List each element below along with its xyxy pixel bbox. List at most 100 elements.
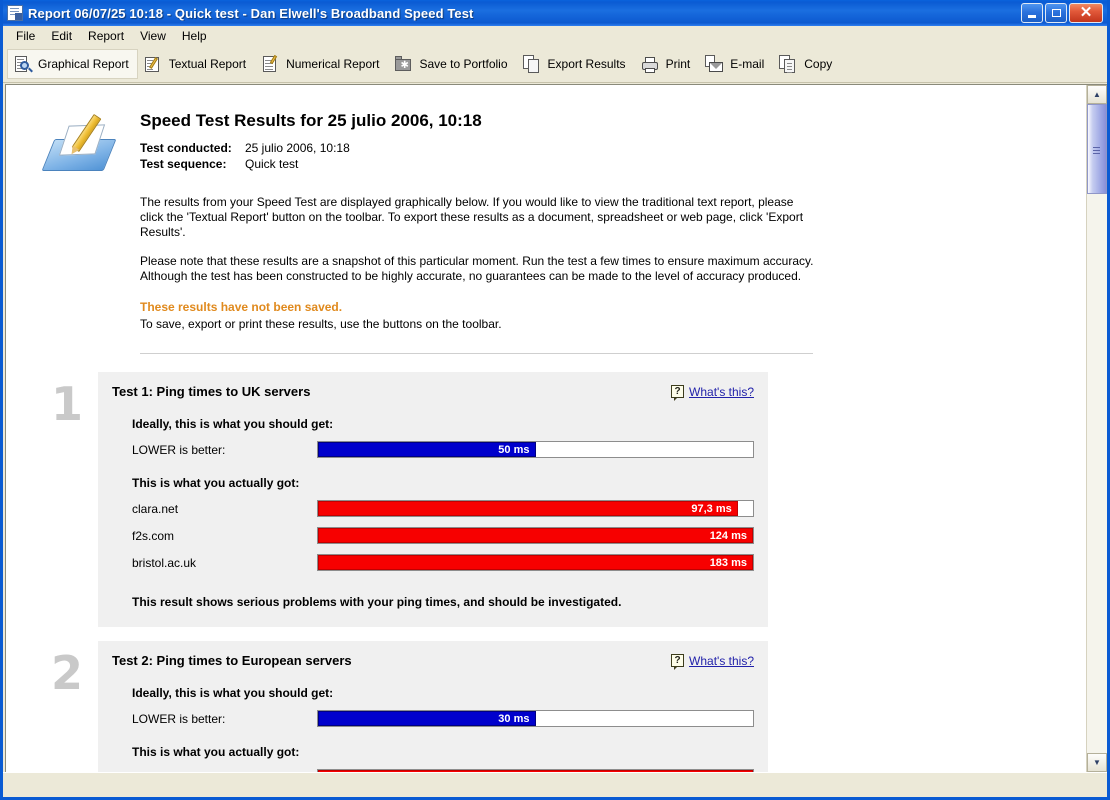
test-1-result-track-1: 97,3 ms	[317, 500, 754, 517]
test-1-result-fill-3: 183 ms	[318, 555, 753, 570]
meta-key-conducted: Test conducted:	[140, 141, 232, 155]
test-2-ideal-track: 30 ms	[317, 710, 754, 727]
test-panel-2-header: Test 2: Ping times to European servers ?…	[112, 653, 754, 670]
test-1-result-name-1: clara.net	[132, 501, 179, 516]
question-mark-icon: ?	[671, 385, 685, 401]
graphical-report-icon	[13, 55, 33, 74]
test-2-help[interactable]: ? What's this?	[671, 654, 754, 670]
test-panel-2: Test 2: Ping times to European servers ?…	[98, 641, 768, 772]
test-2-ideal-value: 30 ms	[498, 712, 530, 725]
test-1-result-name-3: bristol.ac.uk	[132, 555, 197, 570]
test-1-ideal-row: LOWER is better: 50 ms	[132, 441, 754, 458]
toolbar-save-to-portfolio[interactable]: ✱ Save to Portfolio	[388, 49, 516, 79]
unsaved-warning-sub: To save, export or print these results, …	[140, 317, 502, 331]
test-1-result-value-3: 183 ms	[709, 556, 747, 569]
report-meta: Test conducted: 25 julio 2006, 10:18 Tes…	[140, 141, 1056, 171]
test-2-actual-label: This is what you actually got:	[132, 745, 300, 759]
test-1-verdict: This result shows serious problems with …	[132, 595, 622, 609]
report-header: Speed Test Results for 25 julio 2006, 10…	[36, 103, 1056, 181]
menu-item-edit[interactable]: Edit	[43, 27, 80, 45]
test-1-result-track-3: 183 ms	[317, 554, 754, 571]
test-1-result-value-1: 97,3 ms	[691, 502, 732, 515]
test-1-result-value-2: 124 ms	[709, 529, 747, 542]
question-mark-icon: ?	[671, 654, 685, 670]
meta-row-conducted: Test conducted: 25 julio 2006, 10:18	[140, 141, 1056, 155]
toolbar-email-label: E-mail	[730, 57, 765, 71]
test-1-title: Test 1: Ping times to UK servers	[112, 384, 311, 399]
test-2-result-value-1: 83,5 ms	[707, 772, 752, 773]
menu-bar: File Edit Report View Help	[3, 26, 1107, 46]
toolbar: Graphical Report Textual Report Numerica…	[3, 46, 1107, 83]
test-1-ideal-track: 50 ms	[317, 441, 754, 458]
test-panel-1-header: Test 1: Ping times to UK servers ? What'…	[112, 384, 754, 401]
report-notepad-icon	[41, 109, 122, 181]
test-2-title: Test 2: Ping times to European servers	[112, 653, 352, 668]
vertical-scrollbar[interactable]: ▲ ▼	[1086, 85, 1107, 772]
intro-paragraph: The results from your Speed Test are dis…	[140, 195, 804, 239]
save-to-portfolio-icon: ✱	[394, 55, 413, 74]
menu-item-view[interactable]: View	[132, 27, 174, 45]
window-title: Report 06/07/25 10:18 - Quick test - Dan…	[28, 5, 474, 21]
test-1-result-name-2: f2s.com	[132, 528, 175, 543]
test-1-help-link[interactable]: What's this?	[689, 385, 754, 399]
unsaved-warning: These results have not been saved.	[140, 300, 343, 314]
toolbar-graphical-report[interactable]: Graphical Report	[7, 49, 138, 79]
document-frame: Speed Test Results for 25 julio 2006, 10…	[5, 84, 1107, 772]
numerical-report-icon	[261, 54, 280, 74]
test-2-ideal-name: LOWER is better:	[132, 711, 226, 726]
test-1-actual-label: This is what you actually got:	[132, 476, 300, 490]
test-1-ideal-value: 50 ms	[498, 443, 530, 456]
close-icon: ✕	[1079, 3, 1093, 21]
menu-item-help[interactable]: Help	[174, 27, 215, 45]
meta-row-sequence: Test sequence: Quick test	[140, 157, 1056, 171]
toolbar-numerical-report[interactable]: Numerical Report	[255, 49, 388, 79]
export-results-icon	[522, 54, 542, 74]
report-document: Speed Test Results for 25 julio 2006, 10…	[6, 85, 1086, 772]
print-icon	[641, 55, 660, 74]
test-1-result-fill-1: 97,3 ms	[318, 501, 738, 516]
toolbar-print[interactable]: Print	[635, 49, 700, 79]
toolbar-textual-report-label: Textual Report	[168, 57, 247, 71]
scroll-up-button[interactable]: ▲	[1087, 85, 1107, 104]
test-panel-1: Test 1: Ping times to UK servers ? What'…	[98, 372, 768, 627]
toolbar-print-label: Print	[665, 57, 691, 71]
textual-report-icon	[144, 55, 163, 74]
test-1-help[interactable]: ? What's this?	[671, 385, 754, 401]
toolbar-graphical-report-label: Graphical Report	[38, 57, 129, 71]
toolbar-export-results[interactable]: Export Results	[517, 49, 635, 79]
toolbar-email[interactable]: E-mail	[699, 49, 773, 79]
status-bar	[3, 772, 1107, 797]
window-controls: ✕	[1021, 3, 1105, 23]
test-2-ideal-row: LOWER is better: 30 ms	[132, 710, 754, 727]
test-1-ideal-label: Ideally, this is what you should get:	[132, 417, 334, 431]
menu-item-report[interactable]: Report	[80, 27, 132, 45]
test-1-result-row-1: clara.net 97,3 ms	[132, 500, 754, 517]
toolbar-copy[interactable]: Copy	[773, 49, 841, 79]
test-2-ideal-label: Ideally, this is what you should get:	[132, 686, 334, 700]
minimize-icon	[1028, 14, 1036, 18]
step-number-1: 1	[50, 377, 83, 431]
close-button[interactable]: ✕	[1069, 3, 1103, 23]
meta-key-sequence: Test sequence:	[140, 157, 227, 171]
scrollbar-track[interactable]	[1087, 104, 1107, 753]
minimize-button[interactable]	[1021, 3, 1043, 23]
toolbar-export-results-label: Export Results	[547, 57, 626, 71]
restore-icon	[1051, 9, 1061, 17]
scroll-down-button[interactable]: ▼	[1087, 753, 1107, 772]
page-title: Speed Test Results for 25 julio 2006, 10…	[140, 111, 482, 130]
test-2-ideal-fill: 30 ms	[318, 711, 536, 726]
application-window: Report 06/07/25 10:18 - Quick test - Dan…	[0, 0, 1110, 800]
test-block-2: 2 Test 2: Ping times to European servers…	[36, 641, 1056, 772]
restore-button[interactable]	[1045, 3, 1067, 23]
toolbar-textual-report[interactable]: Textual Report	[138, 49, 255, 79]
toolbar-save-to-portfolio-label: Save to Portfolio	[419, 57, 508, 71]
menu-item-file[interactable]: File	[8, 27, 43, 45]
test-block-1: 1 Test 1: Ping times to UK servers ? Wha…	[36, 372, 1056, 627]
toolbar-copy-label: Copy	[804, 57, 833, 71]
test-2-result-track-1: 83,5 ms	[317, 769, 754, 772]
test-2-help-link[interactable]: What's this?	[689, 654, 754, 668]
test-1-result-row-2: f2s.com 124 ms	[132, 527, 754, 544]
scrollbar-thumb[interactable]	[1087, 104, 1107, 194]
test-1-ideal-fill: 50 ms	[318, 442, 536, 457]
test-1-result-track-2: 124 ms	[317, 527, 754, 544]
